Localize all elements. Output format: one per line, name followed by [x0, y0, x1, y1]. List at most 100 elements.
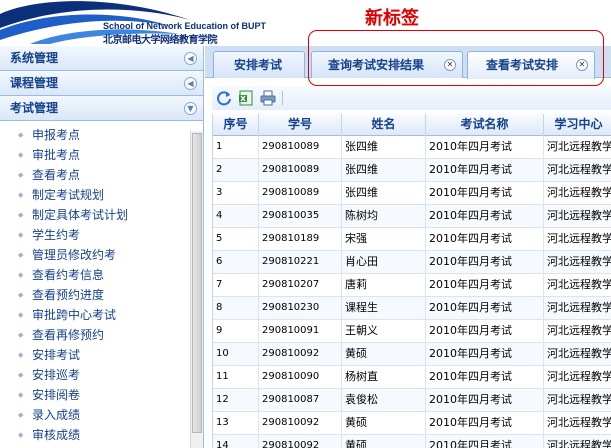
table-row[interactable]: 12 290810087 袁俊松 2010年四月考试 河北远程教学 — [213, 389, 611, 412]
table-cell: 290810089 — [259, 182, 342, 204]
table-cell: 2 — [213, 159, 259, 181]
left-sidebar: 系统管理 ◀ 课程管理 ◀ 考试管理 ▼ ◆ 申报考点 ◆ 审批考点 ◆ 查看考点 ◆ 制定考… — [0, 46, 204, 448]
table-cell: 河北远程教学 — [544, 136, 611, 158]
sidebar-menu-item[interactable]: ◆ 安排巡考 — [0, 365, 203, 385]
table-cell: 课程生 — [342, 297, 426, 319]
column-header[interactable]: 学习中心 — [544, 114, 611, 136]
menu-item-label: 安排阅卷 — [32, 388, 81, 402]
table-cell: 河北远程教学 — [544, 389, 611, 411]
exam-menu-list: ◆ 申报考点 ◆ 审批考点 ◆ 查看考点 ◆ 制定考试规划 ◆ 制定具体考试计划 ◆ 学生约考 ◆ 管理员… — [0, 121, 203, 445]
sidebar-menu-item[interactable]: ◆ 学生约考 — [0, 225, 203, 245]
table-cell: 5 — [213, 228, 259, 250]
column-header[interactable]: 考试名称 — [426, 114, 544, 136]
table-row[interactable]: 4 290810035 陈树均 2010年四月考试 河北远程教学 — [213, 205, 611, 228]
menu-item-label: 查看考点 — [32, 168, 81, 182]
sidebar-menu-item[interactable]: ◆ 安排阅卷 — [0, 385, 203, 405]
bullet-icon: ◆ — [18, 271, 24, 279]
table-row[interactable]: 11 290810090 杨树直 2010年四月考试 河北远程教学 — [213, 366, 611, 389]
column-header[interactable]: 序号 — [213, 114, 259, 136]
sidebar-menu-item[interactable]: ◆ 申报考点 — [0, 125, 203, 145]
table-cell: 290810207 — [259, 274, 342, 296]
table-row[interactable]: 10 290810092 黄硕 2010年四月考试 河北远程教学 — [213, 343, 611, 366]
table-cell: 河北远程教学 — [544, 228, 611, 250]
table-cell: 肖心田 — [342, 251, 426, 273]
panel-system-management[interactable]: 系统管理 ◀ — [0, 46, 203, 71]
sidebar-menu-item[interactable]: ◆ 查看再修预约 — [0, 325, 203, 345]
table-cell: 2010年四月考试 — [426, 205, 544, 227]
table-row[interactable]: 2 290810089 张四维 2010年四月考试 河北远程教学 — [213, 159, 611, 182]
menu-item-label: 申报考点 — [32, 128, 81, 142]
sidebar-menu-item[interactable]: ◆ 查看预约进度 — [0, 285, 203, 305]
table-cell: 杨树直 — [342, 366, 426, 388]
refresh-icon[interactable] — [216, 90, 232, 106]
sidebar-menu-item[interactable]: ◆ 安排考试 — [0, 345, 203, 365]
panel-course-management[interactable]: 课程管理 ◀ — [0, 71, 203, 96]
sidebar-menu-item[interactable]: ◆ 制定具体考试计划 — [0, 205, 203, 225]
table-cell: 唐莉 — [342, 274, 426, 296]
logo-english-text: School of Network Education of BUPT — [103, 21, 267, 31]
grid-body: 1 290810089 张四维 2010年四月考试 河北远程教学 2 290810089 张四… — [213, 136, 611, 448]
tab-arrange-exam[interactable]: 安排考试 — [213, 51, 305, 78]
menu-item-label: 查看约考信息 — [32, 268, 105, 282]
table-cell: 河北远程教学 — [544, 435, 611, 448]
sidebar-menu-item[interactable]: ◆ 录入成绩 — [0, 405, 203, 425]
bullet-icon: ◆ — [18, 431, 24, 439]
annotation-new-tab-label: 新标签 — [365, 8, 419, 29]
table-cell: 290810035 — [259, 205, 342, 227]
table-row[interactable]: 3 290810089 张四维 2010年四月考试 河北远程教学 — [213, 182, 611, 205]
table-row[interactable]: 14 290810092 黄硕 2010年四月考试 河北远程教学 — [213, 435, 611, 448]
sidebar-scrollbar[interactable] — [190, 131, 203, 448]
table-cell: 黄硕 — [342, 412, 426, 434]
sidebar-menu-item[interactable]: ◆ 查看约考信息 — [0, 265, 203, 285]
menu-item-label: 制定考试规划 — [32, 188, 105, 202]
table-cell: 2010年四月考试 — [426, 228, 544, 250]
logo-chinese-text: 北京邮电大学网络教育学院 — [103, 35, 218, 44]
table-cell: 河北远程教学 — [544, 251, 611, 273]
table-cell: 2010年四月考试 — [426, 366, 544, 388]
table-row[interactable]: 13 290810092 黄硕 2010年四月考试 河北远程教学 — [213, 412, 611, 435]
table-row[interactable]: 1 290810089 张四维 2010年四月考试 河北远程教学 — [213, 136, 611, 159]
column-header[interactable]: 学号 — [259, 114, 342, 136]
menu-item-label: 审批考点 — [32, 148, 81, 162]
sidebar-menu-item[interactable]: ◆ 管理员修改约考 — [0, 245, 203, 265]
table-cell: 河北远程教学 — [544, 159, 611, 181]
table-cell: 10 — [213, 343, 259, 365]
expand-toggle-icon[interactable]: ▼ — [184, 102, 197, 115]
excel-export-icon[interactable] — [238, 90, 254, 106]
table-cell: 3 — [213, 182, 259, 204]
sidebar-menu-item[interactable]: ◆ 查看考点 — [0, 165, 203, 185]
menu-item-label: 制定具体考试计划 — [32, 208, 129, 222]
grid-header: 序号 学号 姓名 考试名称 学习中心 — [213, 114, 611, 136]
toolbar-separator — [282, 91, 283, 105]
exam-arrangement-grid: 序号 学号 姓名 考试名称 学习中心 1 290810089 张四维 2010年四月考试 河北远… — [212, 114, 611, 448]
bullet-icon: ◆ — [18, 251, 24, 259]
grid-toolbar — [212, 86, 611, 110]
sidebar-menu-item[interactable]: ◆ 审核成绩 — [0, 425, 203, 445]
sidebar-menu-item[interactable]: ◆ 制定考试规划 — [0, 185, 203, 205]
collapse-toggle-icon[interactable]: ◀ — [184, 52, 197, 65]
panel-exam-management[interactable]: 考试管理 ▼ — [0, 96, 203, 121]
table-cell: 王朝义 — [342, 320, 426, 342]
tab-label: 安排考试 — [234, 58, 283, 72]
print-icon[interactable] — [260, 90, 276, 106]
menu-item-label: 录入成绩 — [32, 408, 81, 422]
collapse-toggle-icon[interactable]: ◀ — [184, 77, 197, 90]
table-row[interactable]: 7 290810207 唐莉 2010年四月考试 河北远程教学 — [213, 274, 611, 297]
panel-title: 考试管理 — [10, 101, 59, 115]
table-cell: 河北远程教学 — [544, 297, 611, 319]
table-row[interactable]: 5 290810189 宋强 2010年四月考试 河北远程教学 — [213, 228, 611, 251]
menu-item-label: 安排巡考 — [32, 368, 81, 382]
scrollbar-thumb[interactable] — [192, 133, 202, 433]
table-cell: 陈树均 — [342, 205, 426, 227]
sidebar-menu-item[interactable]: ◆ 审批考点 — [0, 145, 203, 165]
table-row[interactable]: 8 290810230 课程生 2010年四月考试 河北远程教学 — [213, 297, 611, 320]
sidebar-menu-item[interactable]: ◆ 审批跨中心考试 — [0, 305, 203, 325]
table-cell: 290810092 — [259, 435, 342, 448]
table-cell: 290810189 — [259, 228, 342, 250]
menu-item-label: 管理员修改约考 — [32, 248, 117, 262]
table-cell: 6 — [213, 251, 259, 273]
table-row[interactable]: 9 290810091 王朝义 2010年四月考试 河北远程教学 — [213, 320, 611, 343]
table-cell: 1 — [213, 136, 259, 158]
column-header[interactable]: 姓名 — [342, 114, 426, 136]
table-row[interactable]: 6 290810221 肖心田 2010年四月考试 河北远程教学 — [213, 251, 611, 274]
